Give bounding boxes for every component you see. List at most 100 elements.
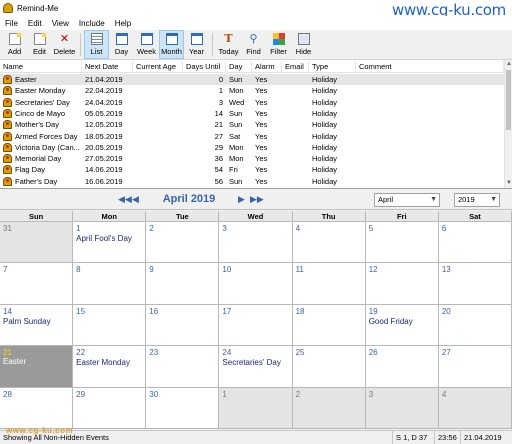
day-cell[interactable]: 1 April Fool's Day: [73, 222, 147, 264]
day-cell[interactable]: 18: [292, 304, 366, 347]
day-cell[interactable]: 20: [438, 304, 512, 347]
day-cell[interactable]: 28: [0, 387, 74, 429]
day-event[interactable]: Palm Sunday: [3, 317, 51, 326]
day-event[interactable]: April Fool's Day: [76, 234, 132, 243]
list-item[interactable]: Father's Day 16.06.2019 56 Sun Yes Holiday: [0, 176, 504, 187]
day-label: Day: [114, 47, 129, 56]
day-event[interactable]: Easter: [3, 357, 26, 366]
day-cell[interactable]: 12: [365, 263, 439, 305]
cell-comment: [359, 164, 501, 175]
list-item[interactable]: Mother's Day 12.05.2019 21 Sun Yes Holiday: [0, 119, 504, 130]
day-cell[interactable]: 23: [146, 346, 220, 388]
list-item[interactable]: Armed Forces Day 18.05.2019 27 Sat Yes Holida…: [0, 131, 504, 142]
day-cell[interactable]: 13: [438, 263, 512, 305]
col-next-date-header[interactable]: Next Date: [82, 60, 133, 73]
col-day-header[interactable]: Day: [226, 60, 252, 73]
today-button[interactable]: T Today: [216, 30, 241, 59]
cell-day: Sun: [229, 176, 243, 186]
scroll-up-icon[interactable]: ▲: [505, 60, 512, 69]
scroll-down-icon[interactable]: ▼: [505, 179, 512, 188]
day-number: 3: [368, 389, 374, 399]
hide-button[interactable]: Hide: [291, 30, 316, 59]
day-event[interactable]: Easter Monday: [76, 358, 130, 367]
day-cell[interactable]: 7: [0, 263, 74, 305]
cell-until: 1: [218, 86, 223, 96]
day-number: 30: [149, 389, 159, 399]
list-item[interactable]: Easter Monday 22.04.2019 1 Mon Yes Holiday: [0, 85, 504, 96]
day-cell[interactable]: 6: [438, 222, 512, 264]
day-cell[interactable]: 3: [365, 387, 439, 429]
month-view-button[interactable]: Month: [159, 30, 184, 59]
week-view-button[interactable]: Week: [134, 30, 159, 59]
next-year-icon[interactable]: ▶▶: [250, 194, 264, 205]
day-cell[interactable]: 27: [438, 346, 512, 388]
prev-year-icon[interactable]: ◀◀: [118, 194, 132, 205]
day-cell[interactable]: 2: [292, 387, 366, 429]
list-item[interactable]: Memorial Day 27.05.2019 36 Mon Yes Holiday: [0, 153, 504, 164]
day-cell[interactable]: 2: [146, 222, 220, 264]
menu-view[interactable]: View: [47, 19, 74, 28]
day-cell[interactable]: 4: [438, 387, 512, 429]
year-select[interactable]: 2019 ▼: [454, 193, 500, 207]
col-name-header[interactable]: Name: [0, 60, 82, 73]
list-item[interactable]: Flag Day 14.06.2019 54 Fri Yes Holiday: [0, 164, 504, 175]
year-view-button[interactable]: Year: [184, 30, 209, 59]
day-cell[interactable]: 5: [365, 222, 439, 264]
cell-day: Sun: [229, 75, 243, 84]
col-type-header[interactable]: Type: [309, 60, 356, 73]
list-item[interactable]: Victoria Day (Can... 20.05.2019 29 Mon Yes Ho…: [0, 142, 504, 153]
col-email-header[interactable]: Email: [282, 60, 309, 73]
menu-file[interactable]: File: [0, 19, 23, 28]
menu-edit[interactable]: Edit: [23, 19, 47, 28]
list-view-button[interactable]: List: [84, 30, 109, 59]
find-button[interactable]: ⚲ Find: [241, 30, 266, 59]
day-cell[interactable]: 10: [219, 263, 293, 305]
day-cell[interactable]: 26: [365, 346, 439, 388]
col-alarm-header[interactable]: Alarm: [252, 60, 282, 73]
day-cell[interactable]: 11: [292, 263, 366, 305]
month-select[interactable]: April ▼: [374, 193, 440, 207]
title-bar: Remind-Me www.cg-ku.com: [0, 0, 512, 19]
weekday-header: Tue: [146, 211, 220, 222]
menu-include[interactable]: Include: [74, 19, 110, 28]
cell-comment: [359, 74, 501, 85]
menu-help[interactable]: Help: [110, 19, 136, 28]
day-cell[interactable]: 8: [73, 263, 147, 305]
day-cell[interactable]: 9: [146, 263, 220, 305]
day-cell[interactable]: 1: [219, 387, 293, 429]
day-cell[interactable]: 29: [73, 387, 147, 429]
add-button[interactable]: Add: [2, 30, 27, 59]
day-cell[interactable]: 30: [146, 387, 220, 429]
scroll-thumb[interactable]: [506, 70, 511, 130]
list-item[interactable]: Easter 21.04.2019 0 Sun Yes Holiday: [0, 74, 504, 85]
day-cell[interactable]: 25: [292, 346, 366, 388]
edit-button[interactable]: Edit: [27, 30, 52, 59]
day-event[interactable]: Secretaries' Day: [222, 358, 280, 367]
cell-age: [136, 164, 180, 175]
day-view-button[interactable]: Day: [109, 30, 134, 59]
day-cell[interactable]: 3: [219, 222, 293, 264]
day-number: 5: [368, 224, 374, 233]
cell-age: [136, 85, 180, 96]
day-cell[interactable]: 4: [292, 222, 366, 264]
day-cell[interactable]: 19 Good Friday: [365, 304, 439, 347]
prev-month-icon[interactable]: ◀: [132, 194, 139, 205]
list-item[interactable]: Secretaries' Day 24.04.2019 3 Wed Yes Holiday: [0, 97, 504, 108]
col-days-until-header[interactable]: Days Until: [183, 60, 226, 73]
day-cell[interactable]: 15: [73, 304, 147, 347]
col-comment-header[interactable]: Comment: [356, 60, 504, 73]
next-month-icon[interactable]: ▶: [238, 194, 245, 205]
day-cell[interactable]: 31: [0, 222, 74, 264]
delete-button[interactable]: ✕ Delete: [52, 30, 77, 59]
day-cell[interactable]: 17: [219, 304, 293, 347]
list-item[interactable]: Cinco de Mayo 05.05.2019 14 Sun Yes Holiday: [0, 108, 504, 119]
day-cell[interactable]: 16: [146, 304, 220, 347]
list-scrollbar[interactable]: ▲ ▼: [504, 60, 512, 188]
day-cell[interactable]: 24 Secretaries' Day: [219, 346, 293, 388]
day-event[interactable]: Good Friday: [369, 317, 413, 326]
col-current-age-header[interactable]: Current Age: [133, 60, 183, 73]
day-cell[interactable]: 22 Easter Monday: [73, 346, 147, 388]
day-cell-today[interactable]: 21 Easter: [0, 346, 74, 388]
filter-button[interactable]: Filter: [266, 30, 291, 59]
day-cell[interactable]: 14 Palm Sunday: [0, 304, 74, 347]
